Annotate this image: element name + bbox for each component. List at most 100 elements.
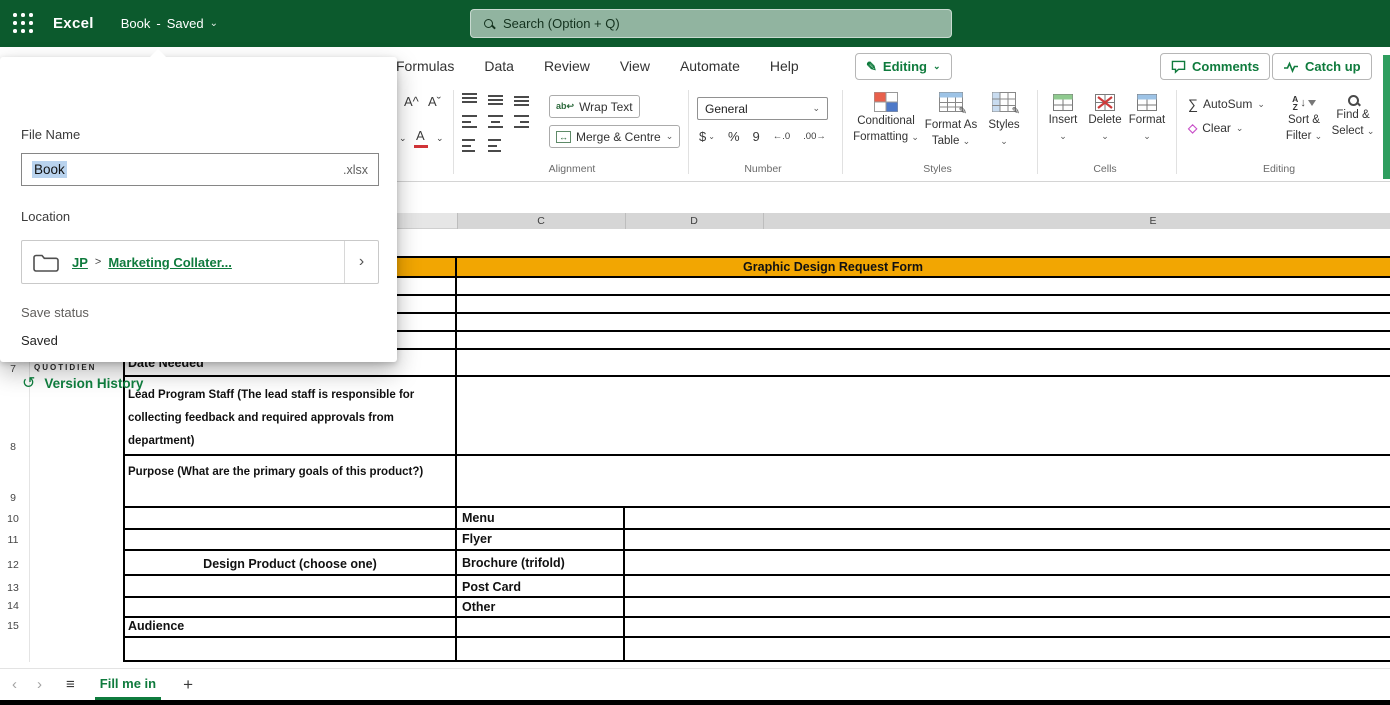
column-header-divider: [457, 213, 458, 229]
add-sheet-button[interactable]: +: [183, 675, 193, 695]
font-color-chevron-icon[interactable]: ⌄: [436, 133, 444, 144]
breadcrumb-folder-link[interactable]: Marketing Collater...: [108, 255, 232, 270]
insert-cells-button[interactable]: Insert ⌄: [1040, 94, 1086, 143]
document-title-button[interactable]: Book - Saved ⌄: [121, 16, 218, 31]
gridline: [123, 454, 1390, 456]
cell-lead-program-staff[interactable]: Lead Program Staff (The lead staff is re…: [128, 384, 460, 453]
cell-audience[interactable]: Audience: [128, 619, 184, 633]
font-decrease-button[interactable]: Aˇ: [428, 94, 441, 109]
conditional-formatting-button[interactable]: Conditional Formatting ⌄: [848, 92, 924, 144]
row-header-8[interactable]: 8: [0, 441, 26, 453]
sheet-tab-fill-me-in[interactable]: Fill me in: [94, 669, 162, 700]
decrease-indent-icon[interactable]: [462, 139, 475, 152]
row-header-13[interactable]: 13: [0, 582, 26, 594]
column-header-e[interactable]: E: [763, 213, 1390, 229]
cell-option-flyer[interactable]: Flyer: [462, 532, 492, 546]
format-label: Format: [1128, 114, 1166, 126]
percent-style-button[interactable]: %: [728, 129, 740, 144]
gridline: [123, 660, 1390, 662]
ribbon-group-label-styles: Styles: [923, 163, 952, 175]
catch-up-label: Catch up: [1305, 59, 1361, 74]
cell-option-postcard[interactable]: Post Card: [462, 580, 521, 594]
row-header-9[interactable]: 9: [0, 492, 26, 504]
tab-help[interactable]: Help: [770, 58, 799, 74]
row-header-15[interactable]: 15: [0, 620, 26, 632]
find-select-button[interactable]: Find & Select ⌄: [1328, 95, 1378, 138]
font-color-button[interactable]: A: [416, 128, 425, 143]
cell-option-other[interactable]: Other: [462, 600, 495, 614]
chevron-down-icon: ⌄: [1000, 136, 1008, 146]
file-name-input[interactable]: Book .xlsx: [21, 153, 379, 186]
location-breadcrumb: JP > Marketing Collater... ›: [21, 240, 379, 284]
tab-view[interactable]: View: [620, 58, 650, 74]
decrease-decimal-button[interactable]: .00→: [803, 131, 826, 142]
clear-button[interactable]: ◇ Clear ⌄: [1188, 121, 1243, 135]
doc-name: Book: [120, 16, 151, 31]
row-header-10[interactable]: 10: [0, 513, 26, 525]
delete-label: Delete: [1088, 114, 1122, 126]
number-format-value: General: [705, 101, 748, 116]
fill-color-chevron-icon[interactable]: ⌄: [399, 133, 407, 144]
cell-option-brochure[interactable]: Brochure (trifold): [462, 556, 565, 570]
sheet-nav-left-button[interactable]: ‹: [12, 676, 17, 693]
location-expand-button[interactable]: ›: [344, 241, 378, 283]
column-header-d[interactable]: D: [625, 213, 763, 229]
increase-indent-icon[interactable]: [488, 139, 501, 152]
conditional-formatting-icon: [874, 92, 898, 112]
cell-design-product[interactable]: Design Product (choose one): [125, 557, 455, 571]
increase-decimal-button[interactable]: ←.0: [773, 131, 790, 142]
folder-icon: [32, 252, 60, 273]
align-left-icon[interactable]: [462, 115, 477, 128]
align-center-icon[interactable]: [488, 115, 503, 128]
align-middle-icon[interactable]: [488, 93, 503, 106]
app-launcher-icon[interactable]: [13, 13, 34, 34]
cell-option-menu[interactable]: Menu: [462, 511, 495, 525]
currency-format-button[interactable]: $ ⌄: [699, 129, 715, 144]
format-cells-button[interactable]: Format ⌄: [1124, 94, 1170, 143]
format-as-table-label-1: Format As: [924, 119, 978, 131]
sheet-nav-right-button[interactable]: ›: [37, 676, 42, 693]
delete-cells-button[interactable]: Delete ⌄: [1082, 94, 1128, 143]
tab-data[interactable]: Data: [484, 58, 514, 74]
row-header-11[interactable]: 11: [0, 534, 26, 546]
number-format-select[interactable]: General ⌄: [697, 97, 828, 120]
gridline: [123, 528, 1390, 530]
tab-formulas[interactable]: Formulas: [396, 58, 454, 74]
ribbon-group-label-number: Number: [744, 163, 782, 175]
breadcrumb-jp-link[interactable]: JP: [72, 255, 88, 270]
conditional-formatting-label-2: Formatting ⌄: [853, 131, 919, 143]
merge-centre-button[interactable]: ↔ Merge & Centre ⌄: [549, 125, 681, 148]
search-input[interactable]: Search (Option + Q): [470, 9, 952, 38]
column-header-c[interactable]: C: [457, 213, 625, 229]
tab-automate[interactable]: Automate: [680, 58, 740, 74]
row-header-14[interactable]: 14: [0, 600, 26, 612]
font-increase-button[interactable]: A^: [404, 94, 419, 109]
version-history-button[interactable]: ↺ Version History: [22, 373, 143, 393]
merge-cells-icon: ↔: [556, 130, 571, 143]
number-buttons-row: $ ⌄ % 9 ←.0 .00→: [699, 129, 826, 144]
align-right-icon[interactable]: [514, 115, 529, 128]
align-top-icon[interactable]: [462, 93, 477, 106]
gridline: [123, 574, 1390, 576]
find-select-label-1: Find &: [1336, 109, 1370, 121]
autosum-button[interactable]: ∑ AutoSum ⌄: [1188, 96, 1265, 112]
editing-mode-button[interactable]: ✎ Editing ⌄: [855, 53, 952, 80]
wrap-text-button[interactable]: ab↩ Wrap Text: [549, 95, 640, 118]
font-color-red-bar: [414, 145, 428, 148]
catch-up-button[interactable]: Catch up: [1272, 53, 1372, 80]
cell-purpose[interactable]: Purpose (What are the primary goals of t…: [128, 461, 460, 484]
cell-styles-button[interactable]: ✎ Styles ⌄: [972, 92, 1036, 148]
excel-logo-text[interactable]: Excel: [53, 15, 94, 32]
sheet-list-button[interactable]: ≡: [66, 676, 75, 693]
chevron-down-icon: ⌄: [1257, 98, 1265, 109]
conditional-formatting-label-1: Conditional: [857, 115, 915, 127]
editing-mode-label: Editing: [882, 59, 927, 74]
tab-review[interactable]: Review: [544, 58, 590, 74]
align-bottom-icon[interactable]: [514, 93, 529, 106]
chevron-down-icon: ⌄: [1235, 122, 1244, 133]
sort-filter-button[interactable]: AZ ↓ Sort & Filter ⌄: [1280, 95, 1328, 143]
row-header-12[interactable]: 12: [0, 559, 26, 571]
sigma-icon: ∑: [1188, 96, 1198, 112]
comma-style-button[interactable]: 9: [753, 129, 760, 144]
comments-button[interactable]: Comments: [1160, 53, 1271, 80]
